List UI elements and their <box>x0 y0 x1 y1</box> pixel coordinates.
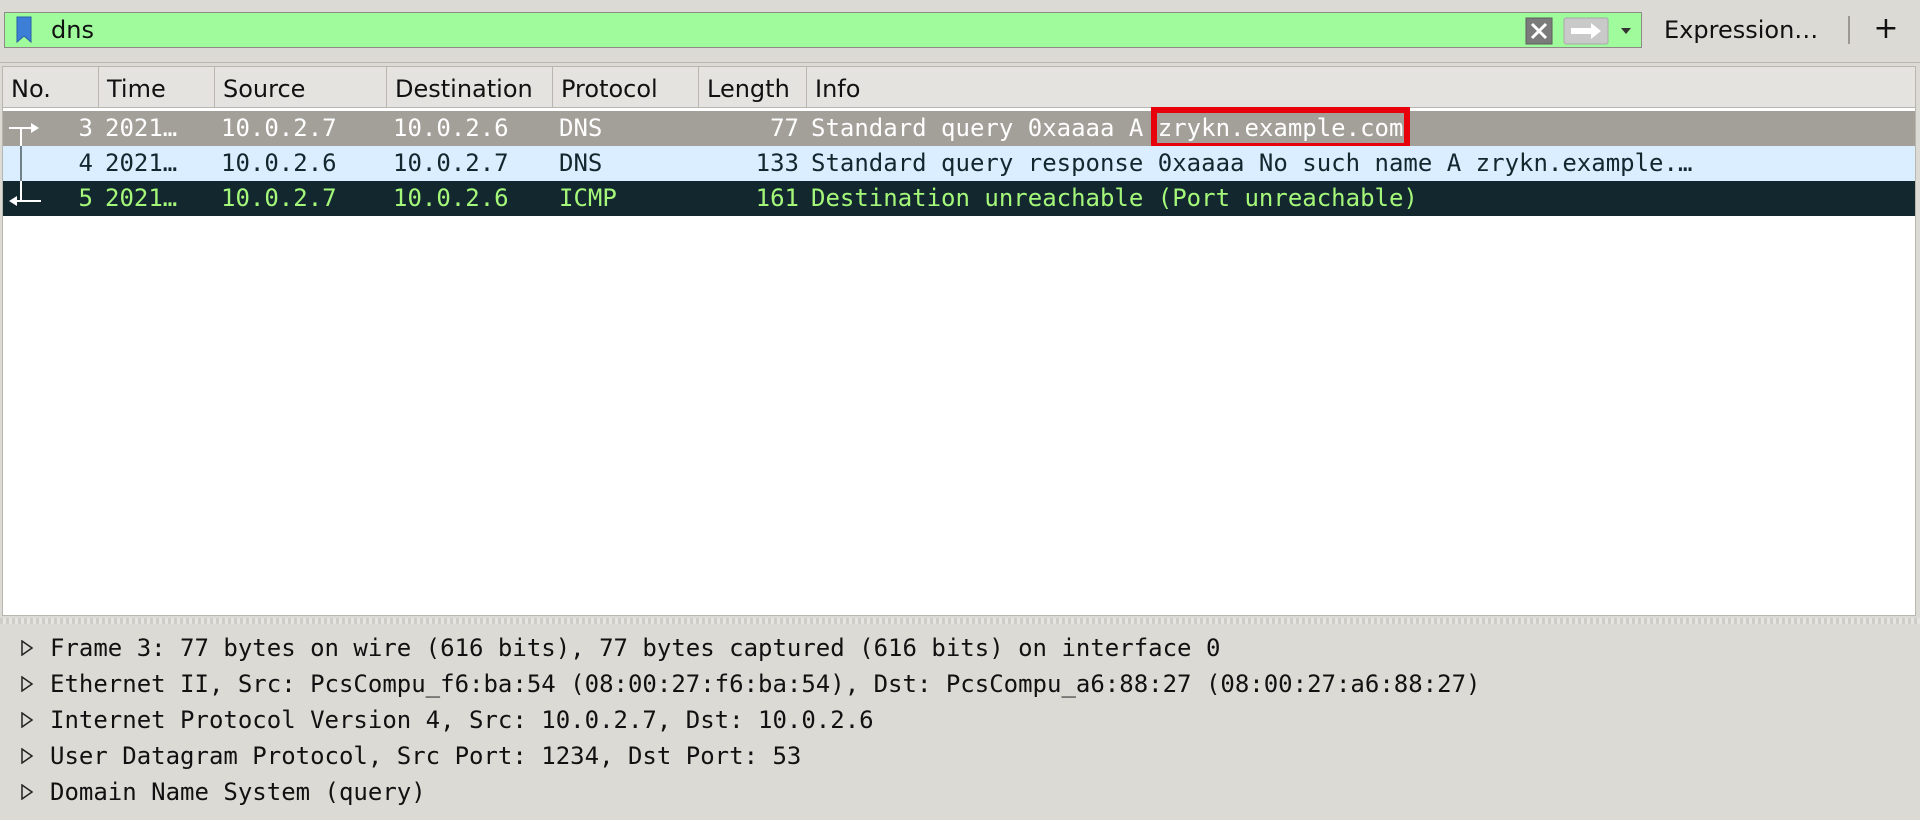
cell-source: 10.0.2.7 <box>221 114 337 142</box>
packet-row[interactable]: 5 2021… 10.0.2.7 10.0.2.6 ICMP 161 Desti… <box>3 181 1915 216</box>
detail-text: User Datagram Protocol, Src Port: 1234, … <box>50 742 802 770</box>
cell-destination: 10.0.2.7 <box>393 149 509 177</box>
detail-text: Frame 3: 77 bytes on wire (616 bits), 77… <box>50 634 1221 662</box>
expand-arrow-icon[interactable] <box>20 640 34 656</box>
cell-no: 4 <box>78 149 93 177</box>
cell-source: 10.0.2.7 <box>221 184 337 212</box>
cell-length: 161 <box>755 184 799 212</box>
packet-details-pane[interactable]: Frame 3: 77 bytes on wire (616 bits), 77… <box>2 630 1916 818</box>
cell-protocol: DNS <box>559 149 603 177</box>
detail-item-frame[interactable]: Frame 3: 77 bytes on wire (616 bits), 77… <box>2 630 1916 666</box>
detail-item-ethernet[interactable]: Ethernet II, Src: PcsCompu_f6:ba:54 (08:… <box>2 666 1916 702</box>
clear-filter-icon[interactable] <box>1525 17 1553 45</box>
toolbar-separator <box>1848 16 1850 44</box>
expand-arrow-icon[interactable] <box>20 748 34 764</box>
packet-list-header: No. Time Source Destination Protocol Len… <box>3 67 1915 108</box>
column-header-destination[interactable]: Destination <box>387 67 553 107</box>
column-header-time[interactable]: Time <box>99 67 215 107</box>
expand-arrow-icon[interactable] <box>20 712 34 728</box>
bookmark-icon[interactable] <box>15 16 33 44</box>
packet-row[interactable]: 3 2021… 10.0.2.7 10.0.2.6 DNS 77 Standar… <box>3 107 1915 149</box>
detail-item-ip[interactable]: Internet Protocol Version 4, Src: 10.0.2… <box>2 702 1916 738</box>
cell-no: 3 <box>78 114 93 142</box>
column-header-info[interactable]: Info <box>807 67 1915 107</box>
column-header-protocol[interactable]: Protocol <box>553 67 699 107</box>
cell-source: 10.0.2.6 <box>221 149 337 177</box>
pane-splitter[interactable] <box>0 618 1920 624</box>
cell-no: 5 <box>78 184 93 212</box>
cell-time: 2021… <box>105 184 178 212</box>
display-filter-input[interactable]: dns <box>4 12 1642 48</box>
cell-info: Standard query response 0xaaaa No such n… <box>811 149 1693 177</box>
display-filter-toolbar: dns Expression… + <box>0 0 1920 63</box>
cell-protocol: DNS <box>559 114 603 142</box>
detail-text: Ethernet II, Src: PcsCompu_f6:ba:54 (08:… <box>50 670 1481 698</box>
packet-row[interactable]: 4 2021… 10.0.2.6 10.0.2.7 DNS 133 Standa… <box>3 146 1915 181</box>
expand-arrow-icon[interactable] <box>20 676 34 692</box>
cell-destination: 10.0.2.6 <box>393 184 509 212</box>
packet-list[interactable]: No. Time Source Destination Protocol Len… <box>2 66 1916 616</box>
cell-info: Standard query 0xaaaa A zrykn.example.co… <box>811 107 1911 149</box>
highlighted-query-name: zrykn.example.com <box>1150 107 1411 149</box>
cell-time: 2021… <box>105 114 178 142</box>
cell-length: 77 <box>770 114 799 142</box>
detail-item-dns[interactable]: Domain Name System (query) <box>2 774 1916 810</box>
column-header-no[interactable]: No. <box>3 67 99 107</box>
filter-history-dropdown-icon[interactable] <box>1619 24 1633 38</box>
filter-text[interactable]: dns <box>51 16 94 44</box>
cell-info: Destination unreachable (Port unreachabl… <box>811 184 1418 212</box>
add-filter-button[interactable]: + <box>1868 12 1904 48</box>
cell-length: 133 <box>755 149 799 177</box>
info-prefix: Standard query 0xaaaa A <box>811 114 1158 142</box>
column-header-length[interactable]: Length <box>699 67 807 107</box>
expand-arrow-icon[interactable] <box>20 784 34 800</box>
expression-button[interactable]: Expression… <box>1654 12 1828 48</box>
cell-time: 2021… <box>105 149 178 177</box>
detail-item-udp[interactable]: User Datagram Protocol, Src Port: 1234, … <box>2 738 1916 774</box>
column-header-source[interactable]: Source <box>215 67 387 107</box>
detail-text: Domain Name System (query) <box>50 778 426 806</box>
detail-text: Internet Protocol Version 4, Src: 10.0.2… <box>50 706 874 734</box>
cell-destination: 10.0.2.6 <box>393 114 509 142</box>
apply-filter-icon[interactable] <box>1563 17 1609 45</box>
cell-protocol: ICMP <box>559 184 617 212</box>
